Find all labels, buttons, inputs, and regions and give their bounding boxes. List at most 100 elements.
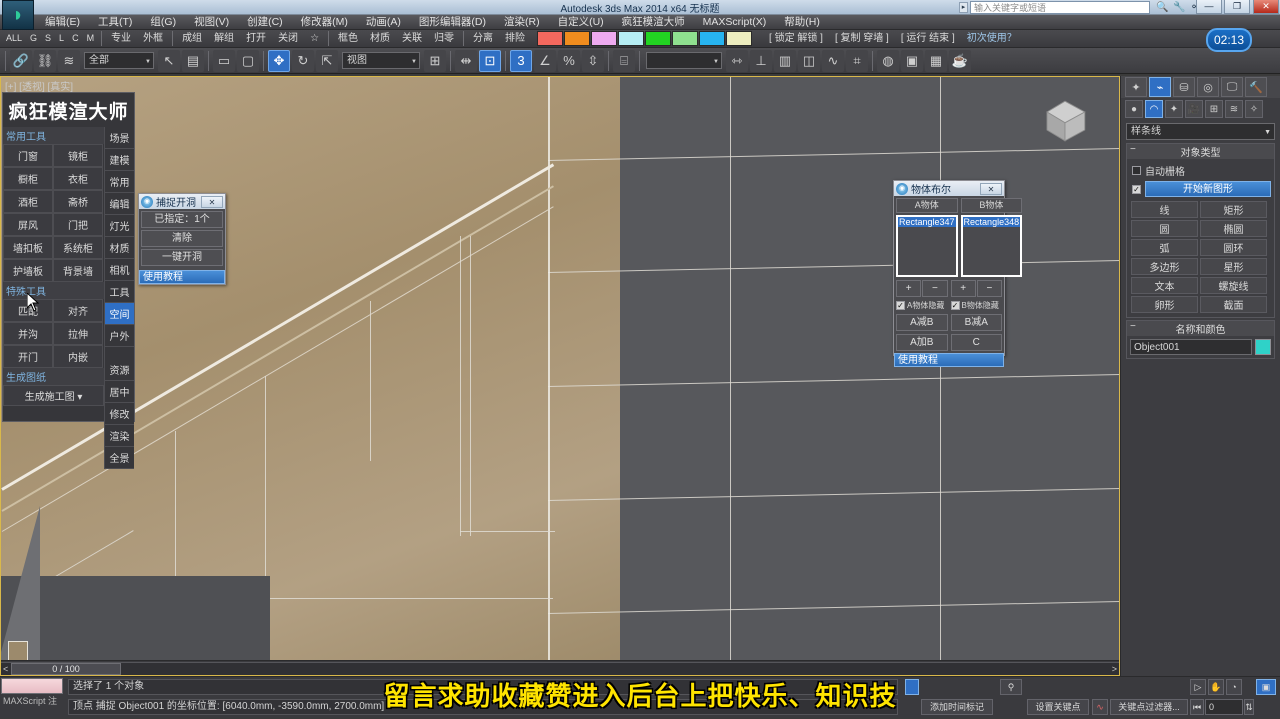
menu-item-12[interactable]: 帮助(H)	[775, 15, 829, 30]
object-color-swatch[interactable]	[1255, 339, 1271, 355]
window-crossing-icon[interactable]: ▢	[237, 49, 259, 72]
dialog-object-boolean[interactable]: ◉ 物体布尔 ✕ A物体 Rectangle347 B物体 Rectangle3…	[893, 180, 1023, 367]
hierarchy-tab[interactable]: ⛁	[1173, 77, 1195, 97]
selection-filter-combo[interactable]: 全部	[84, 52, 154, 70]
first-use-link[interactable]: 初次使用？	[961, 30, 1023, 47]
close-icon[interactable]: ✕	[980, 182, 1002, 195]
plugin-tab-space[interactable]: 空间	[105, 303, 134, 325]
shape-button-ngon[interactable]: 多边形	[1131, 258, 1198, 275]
menu-item-9[interactable]: 自定义(U)	[549, 15, 613, 30]
start-new-shape-row[interactable]: ✓ 开始新图形	[1132, 181, 1271, 197]
start-new-shape-button[interactable]: 开始新图形	[1145, 181, 1271, 197]
one-click-hole-button[interactable]: 一键开洞	[141, 249, 223, 266]
menu-item-11[interactable]: MAXScript(X)	[694, 15, 776, 30]
menu-item-4[interactable]: 创建(C)	[238, 15, 292, 30]
shape-button-section[interactable]: 截面	[1200, 296, 1267, 313]
select-scale-icon[interactable]: ⇱	[316, 49, 338, 72]
named-selection-icon[interactable]: ⌸	[613, 49, 635, 72]
link-icon[interactable]: 🔗	[10, 49, 32, 72]
angle-snap-icon[interactable]: ∠	[534, 49, 556, 72]
btn-professional[interactable]: 专业	[105, 30, 137, 47]
menu-item-5[interactable]: 修改器(M)	[292, 15, 357, 30]
geometry-icon[interactable]: ●	[1125, 100, 1143, 118]
plugin-tab-model[interactable]: 建模	[105, 149, 134, 171]
tool-button-chugui[interactable]: 橱柜	[3, 167, 53, 190]
btn-link[interactable]: 关联	[396, 30, 428, 47]
b-minus-a-button[interactable]: B减A	[950, 314, 1002, 331]
clear-button[interactable]: 清除	[141, 230, 223, 247]
unlink-icon[interactable]: ⛓	[34, 49, 56, 72]
tool-button-neiqian[interactable]: 内嵌	[53, 345, 103, 368]
collapse-icon[interactable]: −	[1130, 144, 1136, 155]
shape-button-donut[interactable]: 圆环	[1200, 239, 1267, 256]
toggle-s[interactable]: S	[41, 30, 55, 47]
align-icon[interactable]: ⊡	[479, 49, 501, 72]
menu-item-10[interactable]: 疯狂模渲大师	[613, 15, 694, 30]
tool-button-huqiangban[interactable]: 护墙板	[3, 259, 53, 282]
dialog-titlebar[interactable]: ◉ 捕捉开洞 ✕	[139, 194, 225, 209]
tool-button-kaimen[interactable]: 开门	[3, 345, 53, 368]
remove-a-button[interactable]: −	[922, 280, 948, 297]
plugin-tab-material[interactable]: 材质	[105, 237, 134, 259]
add-b-button[interactable]: +	[950, 280, 976, 297]
app-logo-icon[interactable]: ◗	[2, 0, 34, 30]
remove-b-button[interactable]: −	[976, 280, 1002, 297]
select-move-icon[interactable]: ✥	[268, 49, 290, 72]
display-tab[interactable]: 🖵	[1221, 77, 1243, 97]
menu-item-3[interactable]: 视图(V)	[185, 15, 238, 30]
plugin-tab-outdoor[interactable]: 户外	[105, 325, 134, 347]
systems-icon[interactable]: ✧	[1245, 100, 1263, 118]
render-production-icon[interactable]: ☕	[949, 49, 971, 72]
viewport[interactable]: [+] [透视] [真实]	[0, 76, 1120, 676]
object-name-input[interactable]: Object001	[1130, 339, 1252, 355]
checkbox-icon[interactable]: ✓	[1132, 184, 1141, 194]
btn-detach[interactable]: 分离	[467, 30, 499, 47]
material-editor-icon[interactable]: ◍	[877, 49, 899, 72]
btn-open[interactable]: 打开	[240, 30, 272, 47]
modify-tab[interactable]: ⌁	[1149, 77, 1171, 97]
btn-material[interactable]: 材质	[364, 30, 396, 47]
shape-button-helix[interactable]: 螺旋线	[1200, 277, 1267, 294]
tool-button-generate-drawing[interactable]: 生成施工图 ▾	[3, 385, 104, 406]
color-swatch-2[interactable]	[591, 31, 618, 46]
btn-group[interactable]: 成组	[176, 30, 208, 47]
binoculars-icon[interactable]: 🔍	[1155, 1, 1170, 14]
tool-button-menba[interactable]: 门把	[53, 213, 103, 236]
select-by-name-icon[interactable]: ▤	[182, 49, 204, 72]
spinner-snap-icon[interactable]: ⇳	[582, 49, 604, 72]
utilities-tab[interactable]: 🔨	[1245, 77, 1267, 97]
dialog-snap-hole[interactable]: ◉ 捕捉开洞 ✕ 已指定：1个 清除 一键开洞 使用教程	[138, 193, 226, 285]
color-swatch-4[interactable]	[645, 31, 672, 46]
toggle-m[interactable]: M	[83, 30, 99, 47]
graph-editor-icon[interactable]: ◫	[798, 49, 820, 72]
shape-button-rectangle[interactable]: 矩形	[1200, 201, 1267, 218]
time-slider-track[interactable]: < 0 / 100 >	[0, 661, 1120, 676]
shapes-icon[interactable]: ◠	[1145, 100, 1163, 118]
create-tab[interactable]: ✦	[1125, 77, 1147, 97]
render-setup-icon[interactable]: ▣	[901, 49, 923, 72]
minimize-button[interactable]: —	[1196, 0, 1222, 14]
tool-button-jiugui[interactable]: 酒柜	[3, 190, 53, 213]
bind-space-warp-icon[interactable]: ≋	[58, 49, 80, 72]
a-minus-b-button[interactable]: A减B	[896, 314, 948, 331]
time-slider[interactable]: < 0 / 100 >	[0, 660, 1120, 676]
help-search-input[interactable]: 输入关键字或短语	[970, 1, 1150, 14]
shape-button-ellipse[interactable]: 椭圆	[1200, 220, 1267, 237]
cameras-icon[interactable]: 🎥	[1185, 100, 1203, 118]
color-swatch-1[interactable]	[564, 31, 591, 46]
checkbox-hide-a[interactable]: ✓ A物体隐藏	[896, 300, 948, 311]
view-cube[interactable]	[1038, 94, 1092, 148]
tool-button-zhaiqiao[interactable]: 斋桥	[53, 190, 103, 213]
checkbox-icon[interactable]	[1132, 166, 1141, 175]
menu-item-2[interactable]: 组(G)	[141, 15, 185, 30]
rollout-header-object-type[interactable]: − 对象类型	[1127, 144, 1274, 159]
shape-button-line[interactable]: 线	[1131, 201, 1198, 218]
list-item[interactable]: Rectangle347	[898, 217, 956, 227]
coord-system-combo[interactable]: 视图	[342, 52, 420, 70]
dialog-titlebar[interactable]: ◉ 物体布尔 ✕	[894, 181, 1004, 196]
c-button[interactable]: C	[950, 334, 1002, 351]
next-frame-button[interactable]: >	[1112, 664, 1117, 674]
close-button[interactable]: ✕	[1253, 0, 1279, 14]
menu-item-1[interactable]: 工具(T)	[89, 15, 141, 30]
curve-editor-icon[interactable]: ∿	[822, 49, 844, 72]
